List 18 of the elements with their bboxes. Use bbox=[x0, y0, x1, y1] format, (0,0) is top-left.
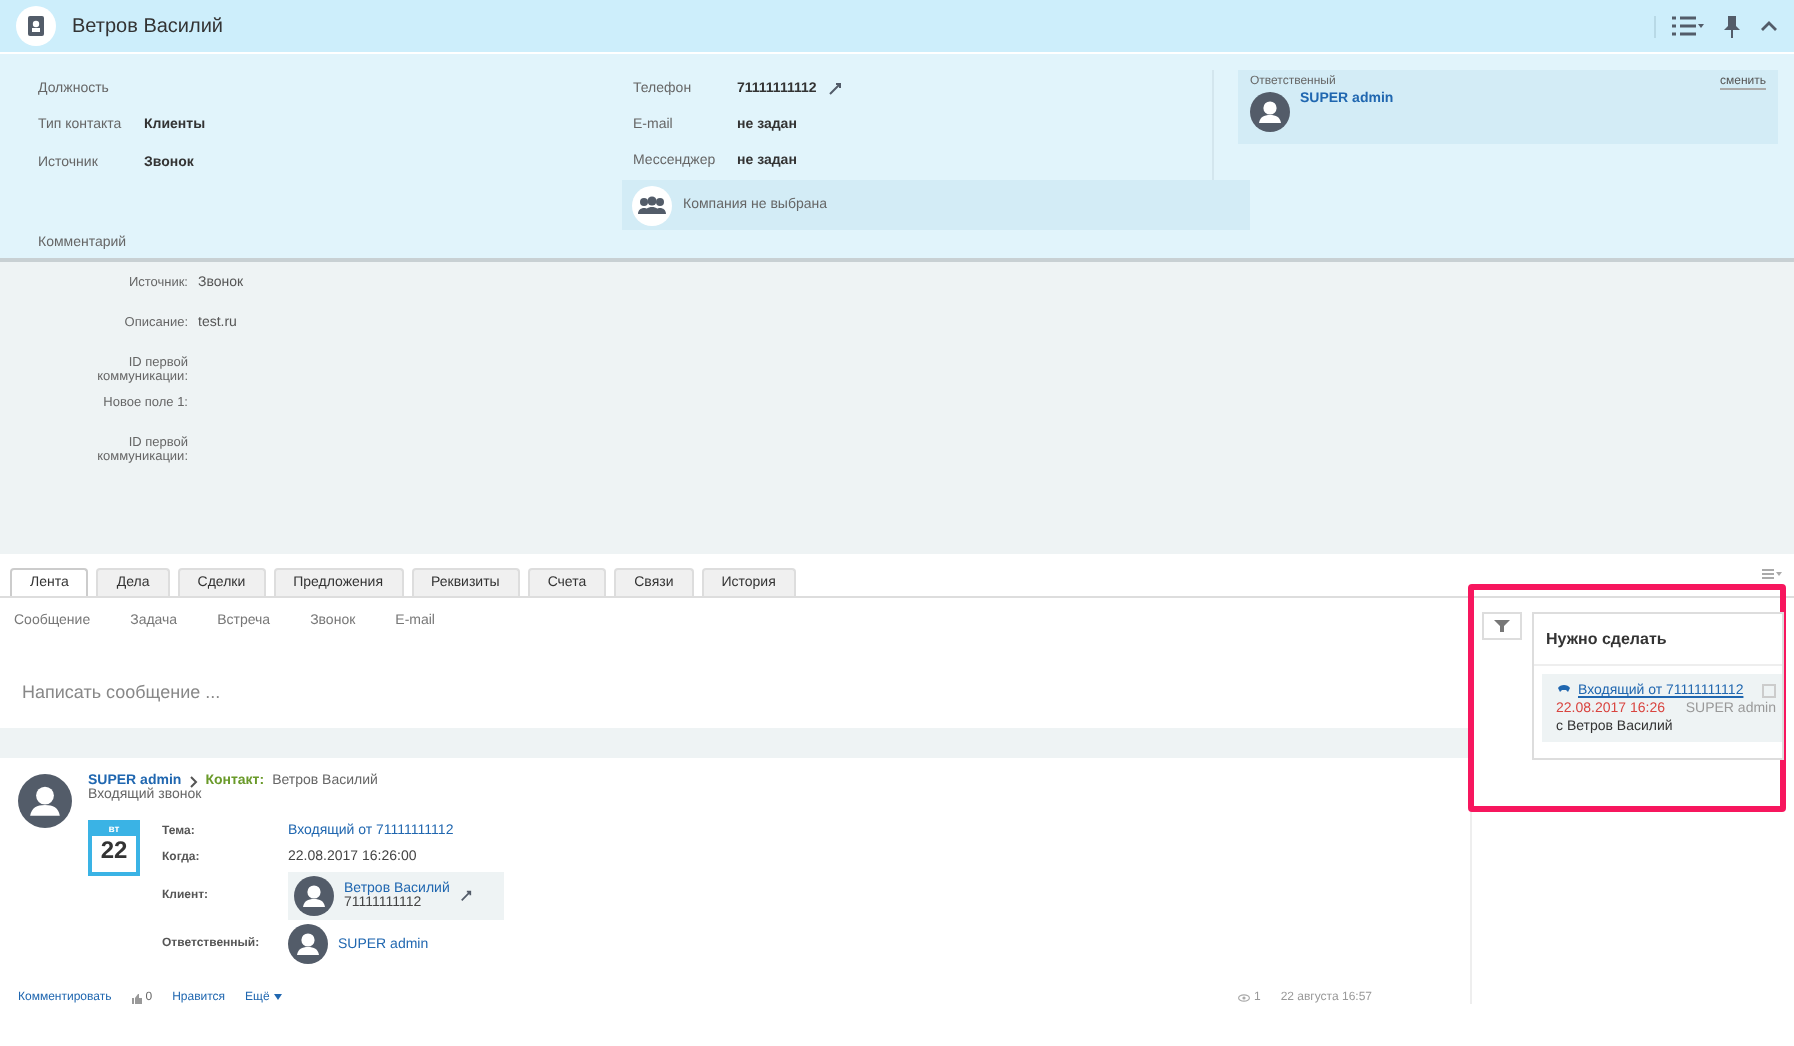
checkbox[interactable] bbox=[1762, 684, 1776, 698]
todo-title: Нужно сделать bbox=[1534, 614, 1782, 666]
avatar-icon bbox=[294, 876, 334, 916]
avatar-icon bbox=[1250, 92, 1290, 132]
filter-icon bbox=[1494, 620, 1510, 632]
eye-icon bbox=[1237, 994, 1250, 1002]
thumbs-up-icon bbox=[131, 993, 142, 1003]
list-menu-icon[interactable] bbox=[1672, 16, 1704, 36]
contact-book-icon bbox=[16, 6, 56, 46]
avatar-icon bbox=[18, 774, 72, 828]
caret-icon bbox=[273, 994, 281, 1000]
avatar-icon bbox=[288, 924, 328, 964]
collapse-icon[interactable] bbox=[1760, 20, 1778, 32]
contact-name-title: Ветров Василий bbox=[72, 15, 224, 37]
chevron-icon bbox=[189, 775, 198, 787]
pin-icon[interactable] bbox=[1724, 15, 1740, 37]
group-icon bbox=[631, 185, 672, 226]
filter-button[interactable] bbox=[1482, 612, 1522, 640]
